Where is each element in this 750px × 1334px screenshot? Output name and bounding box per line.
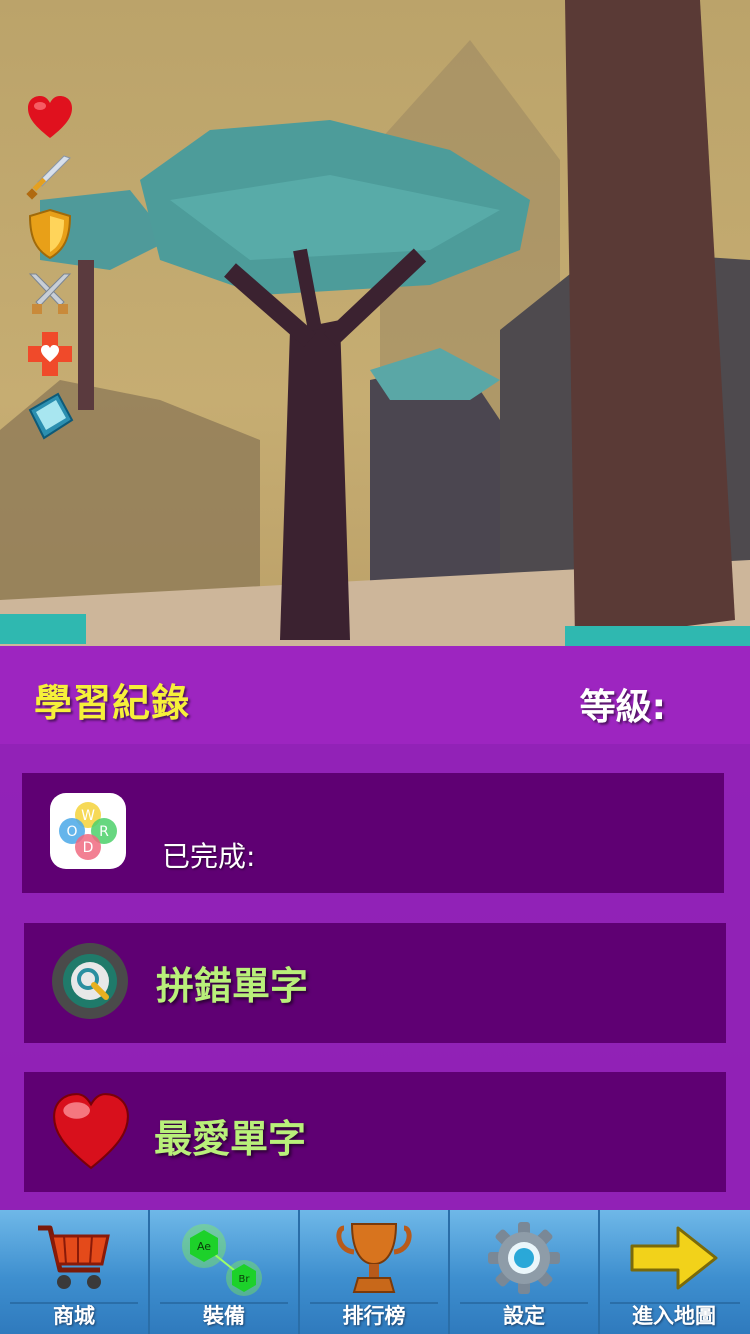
favorite-words-card[interactable]: 最愛單字 (24, 1072, 726, 1192)
svg-text:O: O (66, 824, 77, 840)
nav-leaderboard-label: 排行榜 (342, 1304, 406, 1328)
nav-equipment[interactable]: Ae Br 裝備 (150, 1210, 300, 1334)
nav-leaderboard[interactable]: 排行榜 (300, 1210, 450, 1334)
gem-icon: Ae Br (182, 1224, 262, 1296)
nav-enter-map[interactable]: 進入地圖 (600, 1210, 750, 1334)
nav-settings[interactable]: 設定 (450, 1210, 600, 1334)
heart-icon (28, 96, 72, 138)
page-title: 學習紀錄 (34, 681, 191, 725)
svg-text:R: R (99, 824, 109, 840)
nav-equipment-label: 裝備 (203, 1304, 245, 1328)
progress-card[interactable]: W O R D 已完成: (22, 773, 724, 893)
shield-icon (28, 208, 72, 260)
crossed-swords-icon (28, 273, 72, 314)
cart-icon (38, 1225, 110, 1289)
misspelled-words-card[interactable]: 拼錯單字 (24, 923, 726, 1043)
target-magnifier-icon (52, 943, 128, 1019)
svg-text:D: D (83, 840, 94, 856)
nav-shop[interactable]: 商城 (0, 1210, 150, 1334)
favorite-heart-icon (53, 1093, 129, 1170)
favorite-words-label: 最愛單字 (154, 1117, 307, 1161)
nav-settings-label: 設定 (503, 1304, 545, 1328)
spellbook-icon (28, 392, 74, 440)
trophy-icon (336, 1223, 412, 1293)
svg-text:W: W (81, 808, 95, 824)
bottom-nav: 商城 Ae Br 裝備 排行榜 設定 進入地圖 (0, 1210, 750, 1334)
level-label: 等級: (579, 687, 666, 728)
sword-icon (26, 155, 71, 200)
heal-cross-icon (28, 332, 72, 376)
word-app-icon: W O R D (50, 793, 126, 869)
completed-label: 已完成: (162, 840, 256, 873)
svg-text:Br: Br (239, 1274, 251, 1285)
nav-enter-map-label: 進入地圖 (632, 1304, 716, 1328)
svg-text:Ae: Ae (197, 1240, 211, 1253)
misspelled-words-label: 拼錯單字 (156, 964, 309, 1008)
nav-shop-label: 商城 (53, 1304, 95, 1328)
gear-icon (488, 1222, 560, 1294)
arrow-right-icon (630, 1226, 718, 1290)
